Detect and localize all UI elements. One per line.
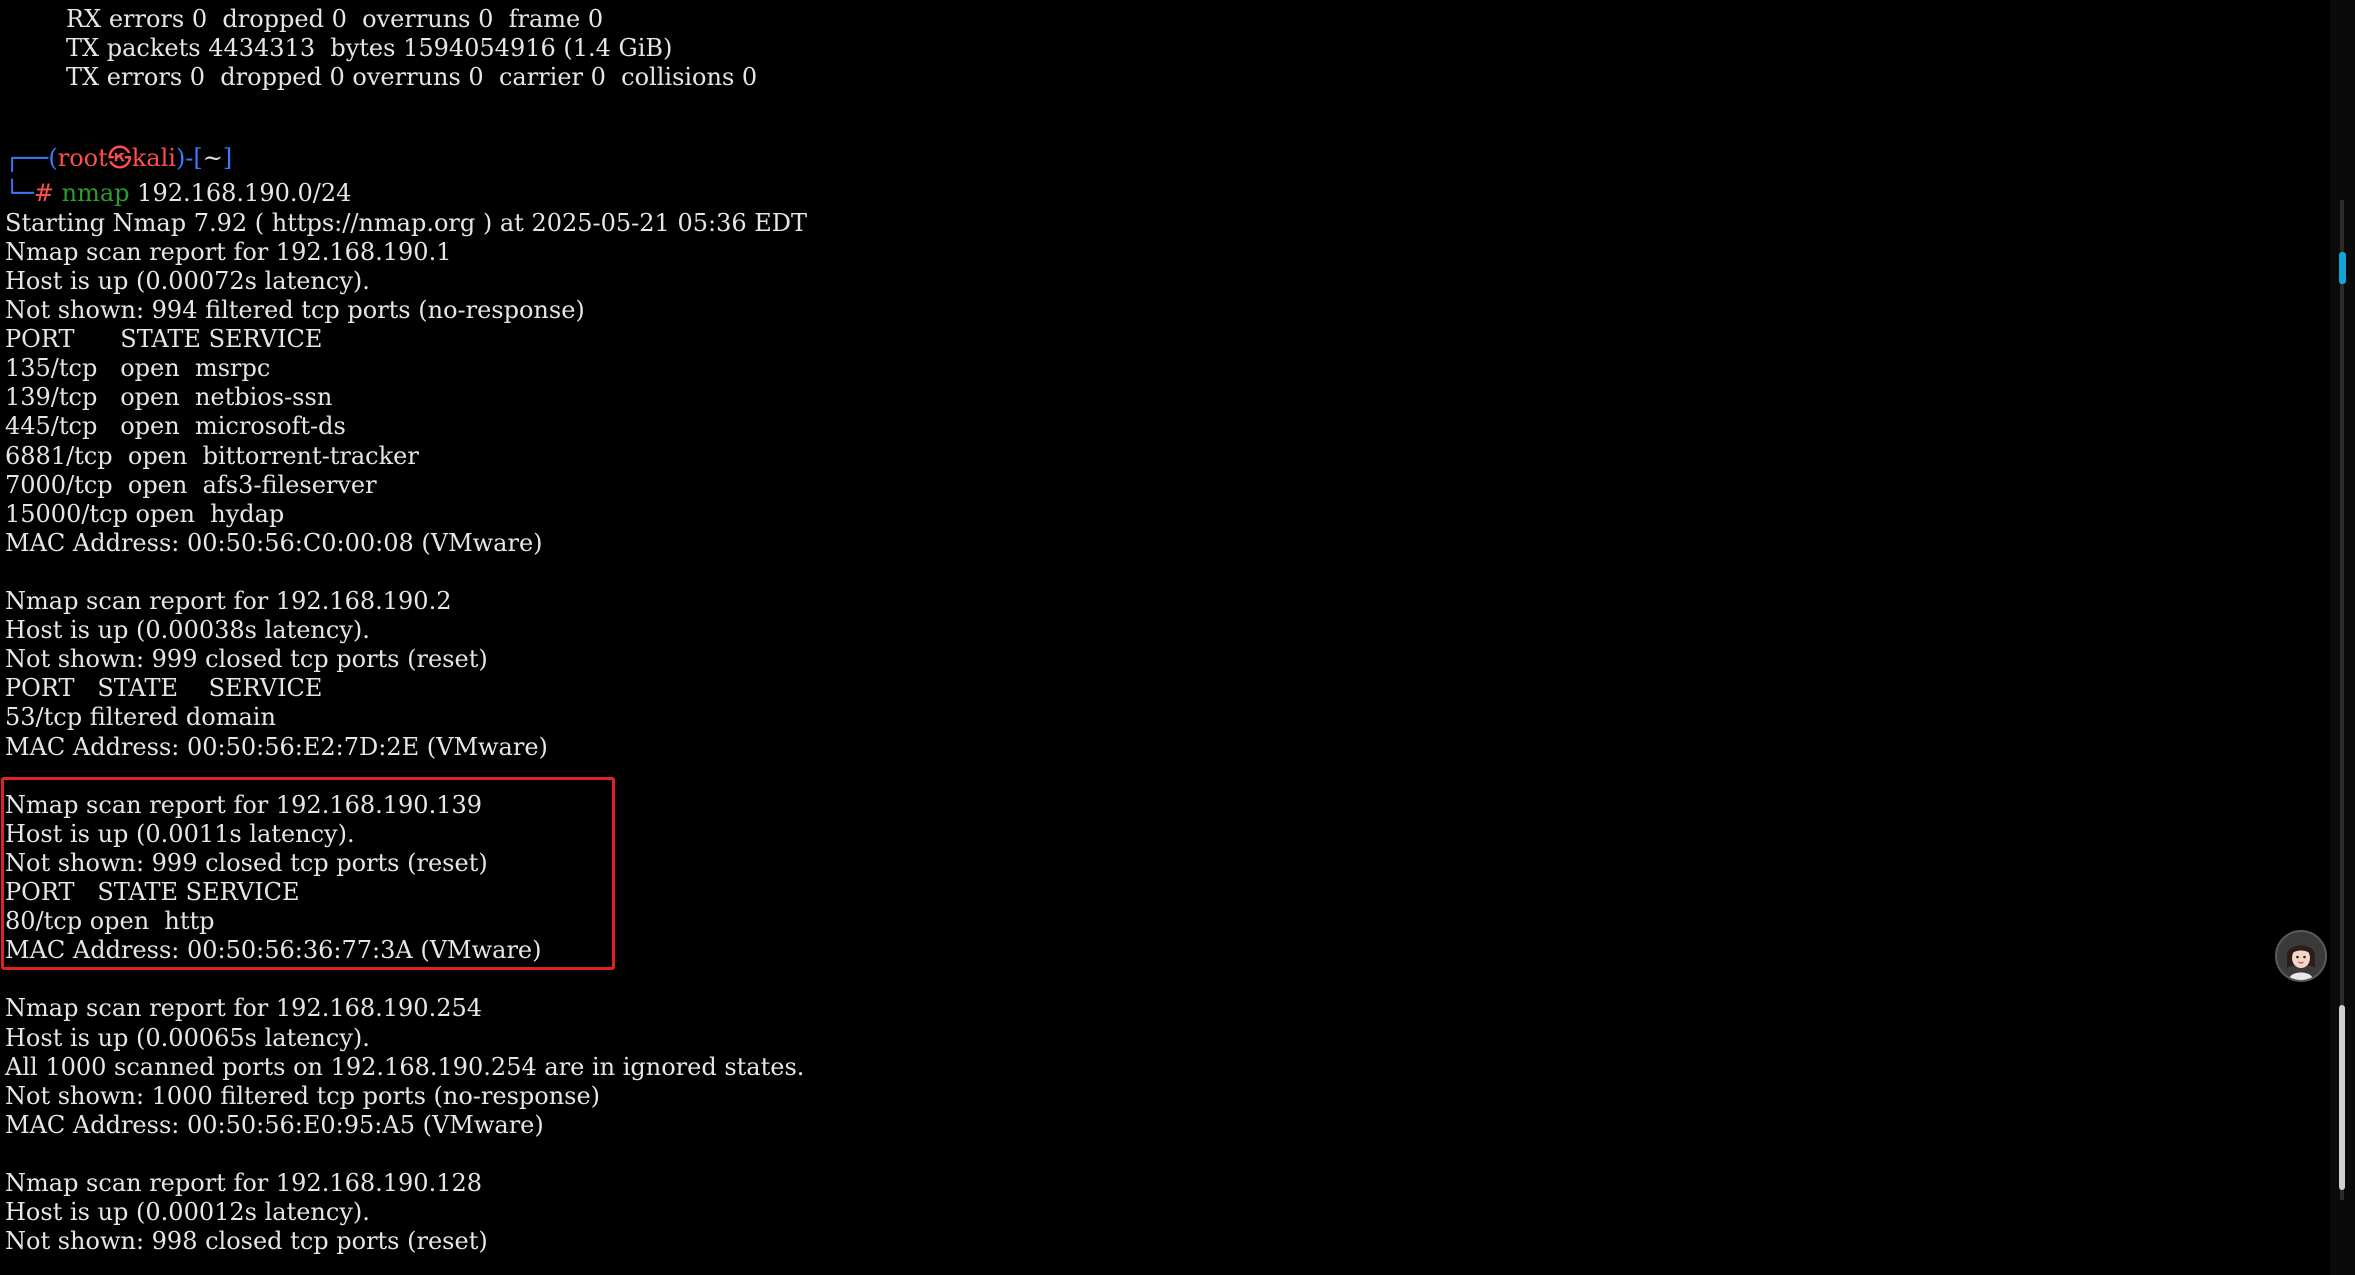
prompt-command: nmap — [61, 179, 130, 207]
terminal-line: TX errors 0 dropped 0 overruns 0 carrier… — [5, 63, 758, 92]
terminal-line: 15000/tcp open hydap — [5, 499, 285, 528]
terminal-line: PORT STATE SERVICE — [5, 674, 323, 703]
terminal-line: MAC Address: 00:50:56:E2:7D:2E (VMware) — [5, 732, 548, 761]
terminal-line: PORT STATE SERVICE — [5, 878, 300, 906]
avatar-icon[interactable] — [2275, 930, 2327, 982]
terminal-line: Nmap scan report for 192.168.190.139 — [5, 790, 482, 819]
prompt-line-1: ┌──(root㉿kali)-[~] — [5, 144, 232, 173]
terminal-line: Host is up (0.00038s latency). — [5, 616, 370, 645]
terminal-line: Not shown: 1000 filtered tcp ports (no-r… — [5, 1081, 601, 1110]
terminal-line: MAC Address: 00:50:56:E0:95:A5 (VMware) — [5, 1110, 544, 1139]
terminal-line: TX packets 4434313 bytes 1594054916 (1.4… — [5, 34, 673, 63]
terminal-line: 6881/tcp open bittorrent-tracker — [5, 441, 419, 470]
prompt-args: 192.168.190.0/24 — [129, 179, 352, 207]
prompt-line-2: └─# nmap 192.168.190.0/24 — [5, 179, 351, 208]
terminal-window[interactable]: RX errors 0 dropped 0 overruns 0 frame 0… — [0, 0, 2330, 1275]
terminal-line: Host is up (0.00072s latency). — [5, 266, 370, 295]
terminal-line: Host is up (0.00012s latency). — [5, 1198, 370, 1227]
terminal-line: Host is up (0.0011s latency). — [5, 819, 355, 848]
terminal-line: Not shown: 998 closed tcp ports (reset) — [5, 1227, 488, 1256]
vertical-scrollbar[interactable] — [2330, 0, 2355, 1275]
prompt-path: ~ — [202, 144, 223, 172]
terminal-line: Not shown: 994 filtered tcp ports (no-re… — [5, 296, 585, 324]
terminal-line: 445/tcp open microsoft-ds — [5, 412, 346, 441]
scroll-search-marker — [2339, 252, 2346, 284]
terminal-line: RX errors 0 dropped 0 overruns 0 frame 0 — [5, 5, 604, 33]
terminal-line: Host is up (0.00065s latency). — [5, 1023, 370, 1052]
scroll-thumb[interactable] — [2339, 1005, 2345, 1190]
terminal-line: 80/tcp open http — [5, 907, 215, 936]
terminal-line: Nmap scan report for 192.168.190.128 — [5, 1169, 482, 1197]
terminal-line: MAC Address: 00:50:56:C0:00:08 (VMware) — [5, 528, 543, 557]
terminal-line: Nmap scan report for 192.168.190.2 — [5, 587, 452, 615]
prompt-bracket-mid: )-[ — [175, 144, 203, 172]
terminal-line: 53/tcp filtered domain — [5, 703, 276, 732]
terminal-line: Starting Nmap 7.92 ( https://nmap.org ) … — [5, 208, 808, 237]
prompt-bracket-open: ┌──( — [5, 144, 58, 172]
terminal-line: All 1000 scanned ports on 192.168.190.25… — [5, 1052, 805, 1081]
terminal-line: Nmap scan report for 192.168.190.1 — [5, 237, 452, 266]
terminal-line: 7000/tcp open afs3-fileserver — [5, 470, 377, 499]
prompt-corner: └─ — [5, 179, 34, 207]
terminal-line: Not shown: 999 closed tcp ports (reset) — [5, 645, 488, 674]
terminal-line: 135/tcp open msrpc — [5, 354, 271, 383]
prompt-hash: # — [33, 179, 55, 207]
terminal-line: Not shown: 999 closed tcp ports (reset) — [5, 848, 488, 877]
prompt-user-host: root㉿kali — [57, 144, 176, 172]
prompt-bracket-close: ] — [222, 144, 233, 172]
terminal-line: 139/tcp open netbios-ssn — [5, 383, 333, 412]
terminal-line: MAC Address: 00:50:56:36:77:3A (VMware) — [5, 936, 542, 965]
terminal-line: PORT STATE SERVICE — [5, 325, 323, 354]
terminal-line: Nmap scan report for 192.168.190.254 — [5, 994, 482, 1023]
